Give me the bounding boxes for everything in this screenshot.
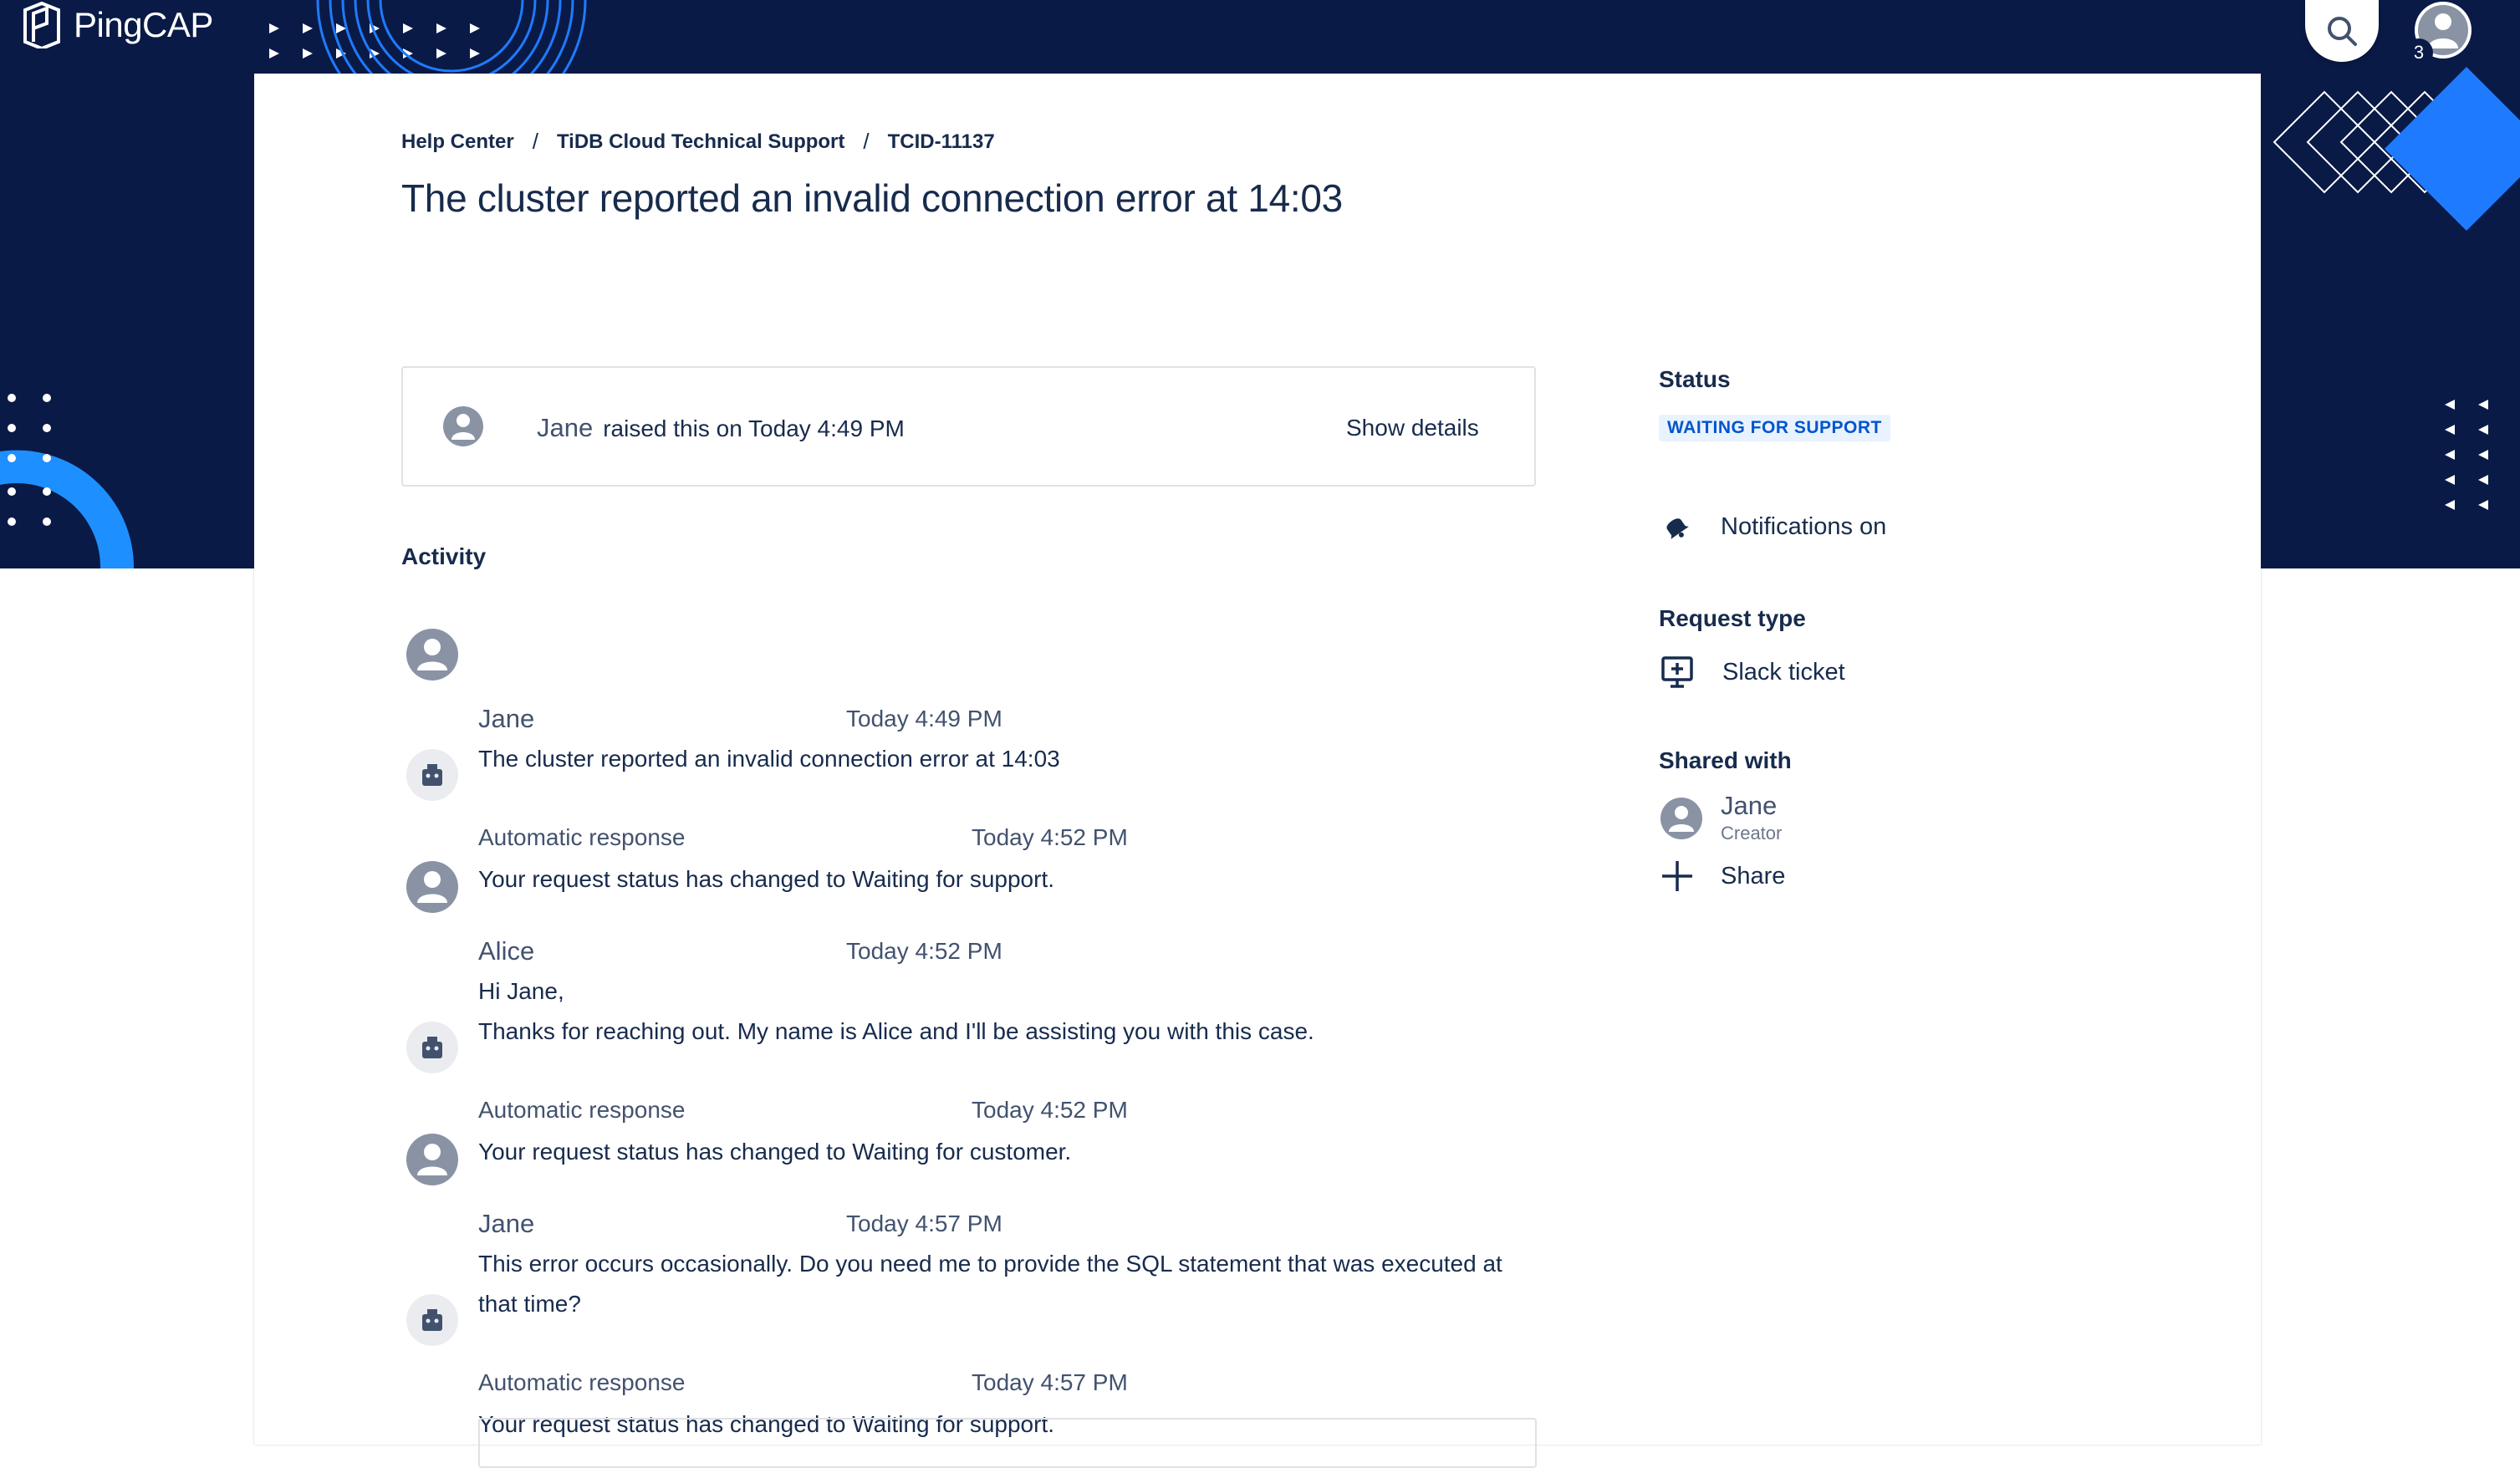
show-details-button[interactable]: Show details — [1346, 415, 1479, 441]
request-type-text: Slack ticket — [1722, 658, 1845, 686]
plus-icon — [1662, 861, 1692, 891]
breadcrumb: Help Center / TiDB Cloud Technical Suppo… — [401, 129, 995, 155]
status-label: Status — [1659, 366, 1731, 392]
activity-time: Today 4:52 PM — [972, 824, 1128, 850]
shared-user-name: Jane — [1721, 791, 1778, 820]
comment-input[interactable] — [478, 1418, 1537, 1468]
activity-message: Your request status has changed to Waiti… — [478, 859, 1054, 900]
search-icon — [2328, 17, 2357, 46]
activity-heading: Activity — [401, 543, 487, 569]
notifications-label: Notifications on — [1721, 512, 1887, 540]
activity-author: Jane — [478, 704, 535, 733]
robot-icon — [406, 1294, 458, 1346]
request-summary: Jane raised this on Today 4:49 PM Show de… — [401, 366, 1536, 487]
raised-by-name: Jane — [537, 413, 594, 442]
activity-time: Today 4:52 PM — [846, 938, 1002, 964]
avatar — [405, 1132, 460, 1191]
breadcrumb-separator: / — [863, 129, 870, 154]
activity-time: Today 4:57 PM — [972, 1369, 1128, 1395]
activity-message: This error occurs occasionally. Do you n… — [478, 1244, 1502, 1324]
message-line: Your request status has changed to Waiti… — [478, 866, 1055, 892]
activity-author: Automatic response — [478, 824, 686, 850]
avatar — [441, 405, 485, 452]
top-navigation: PingCAP 3 — [0, 0, 2520, 74]
request-type-label: Request type — [1659, 605, 1806, 631]
activity-message: Hi Jane, Thanks for reaching out. My nam… — [478, 971, 1314, 1052]
message-line: Your request status has changed to Waiti… — [478, 1139, 1072, 1165]
avatar — [405, 747, 460, 807]
user-avatar-icon — [1660, 798, 1702, 839]
user-avatar-icon — [406, 1134, 458, 1185]
avatar — [405, 1292, 460, 1352]
avatar — [405, 859, 460, 919]
user-avatar-icon — [406, 629, 458, 680]
request-card: Help Center / TiDB Cloud Technical Suppo… — [254, 74, 2261, 1468]
breadcrumb-separator: / — [532, 129, 538, 154]
bell-icon — [1666, 518, 1689, 539]
activity-time: Today 4:52 PM — [972, 1097, 1128, 1123]
activity-author: Automatic response — [478, 1369, 686, 1395]
brand-name: PingCAP — [74, 5, 213, 44]
message-line: This error occurs occasionally. Do you n… — [478, 1251, 1502, 1277]
notifications-toggle[interactable]: Notifications on — [1659, 510, 1886, 543]
avatar — [405, 627, 460, 686]
raised-on-text: raised this on Today 4:49 PM — [603, 415, 905, 441]
activity-time: Today 4:49 PM — [846, 706, 1002, 731]
message-line: The cluster reported an invalid connecti… — [478, 746, 1060, 772]
message-line: Thanks for reaching out. My name is Alic… — [478, 1018, 1314, 1044]
message-line: that time? — [478, 1291, 581, 1317]
activity-message: The cluster reported an invalid connecti… — [478, 739, 1060, 779]
user-avatar-icon — [443, 406, 483, 446]
activity-author: Alice — [478, 936, 535, 966]
activity-author: Automatic response — [478, 1097, 686, 1123]
raised-by-text: Jane raised this on Today 4:49 PM — [537, 413, 905, 443]
search-button[interactable] — [2305, 0, 2379, 62]
notification-count-badge[interactable]: 3 — [2405, 38, 2433, 67]
monitor-plus-icon — [1661, 656, 1693, 688]
user-avatar-icon — [406, 861, 458, 913]
activity-message: Your request status has changed to Waiti… — [478, 1132, 1071, 1172]
request-type-value: Slack ticket — [1659, 654, 1845, 691]
pingcap-logo-icon — [23, 2, 60, 48]
breadcrumb-ticket-id[interactable]: TCID-11137 — [888, 130, 995, 154]
page-title: The cluster reported an invalid connecti… — [401, 176, 1343, 220]
robot-icon — [406, 749, 458, 801]
breadcrumb-service-desk[interactable]: TiDB Cloud Technical Support — [557, 130, 844, 154]
message-line: Hi Jane, — [478, 978, 564, 1004]
shared-user: Jane Creator — [1659, 791, 1782, 846]
share-label: Share — [1721, 862, 1786, 889]
brand-logo[interactable]: PingCAP — [22, 2, 213, 48]
robot-icon — [406, 1022, 458, 1073]
shared-user-role: Creator — [1721, 823, 1783, 844]
status-badge: WAITING FOR SUPPORT — [1659, 415, 1890, 441]
activity-time: Today 4:57 PM — [846, 1211, 1002, 1236]
breadcrumb-help-center[interactable]: Help Center — [401, 130, 514, 154]
shared-with-label: Shared with — [1659, 747, 1792, 773]
avatar — [405, 1020, 460, 1079]
activity-author: Jane — [478, 1209, 535, 1238]
share-button[interactable]: Share — [1659, 858, 1785, 895]
